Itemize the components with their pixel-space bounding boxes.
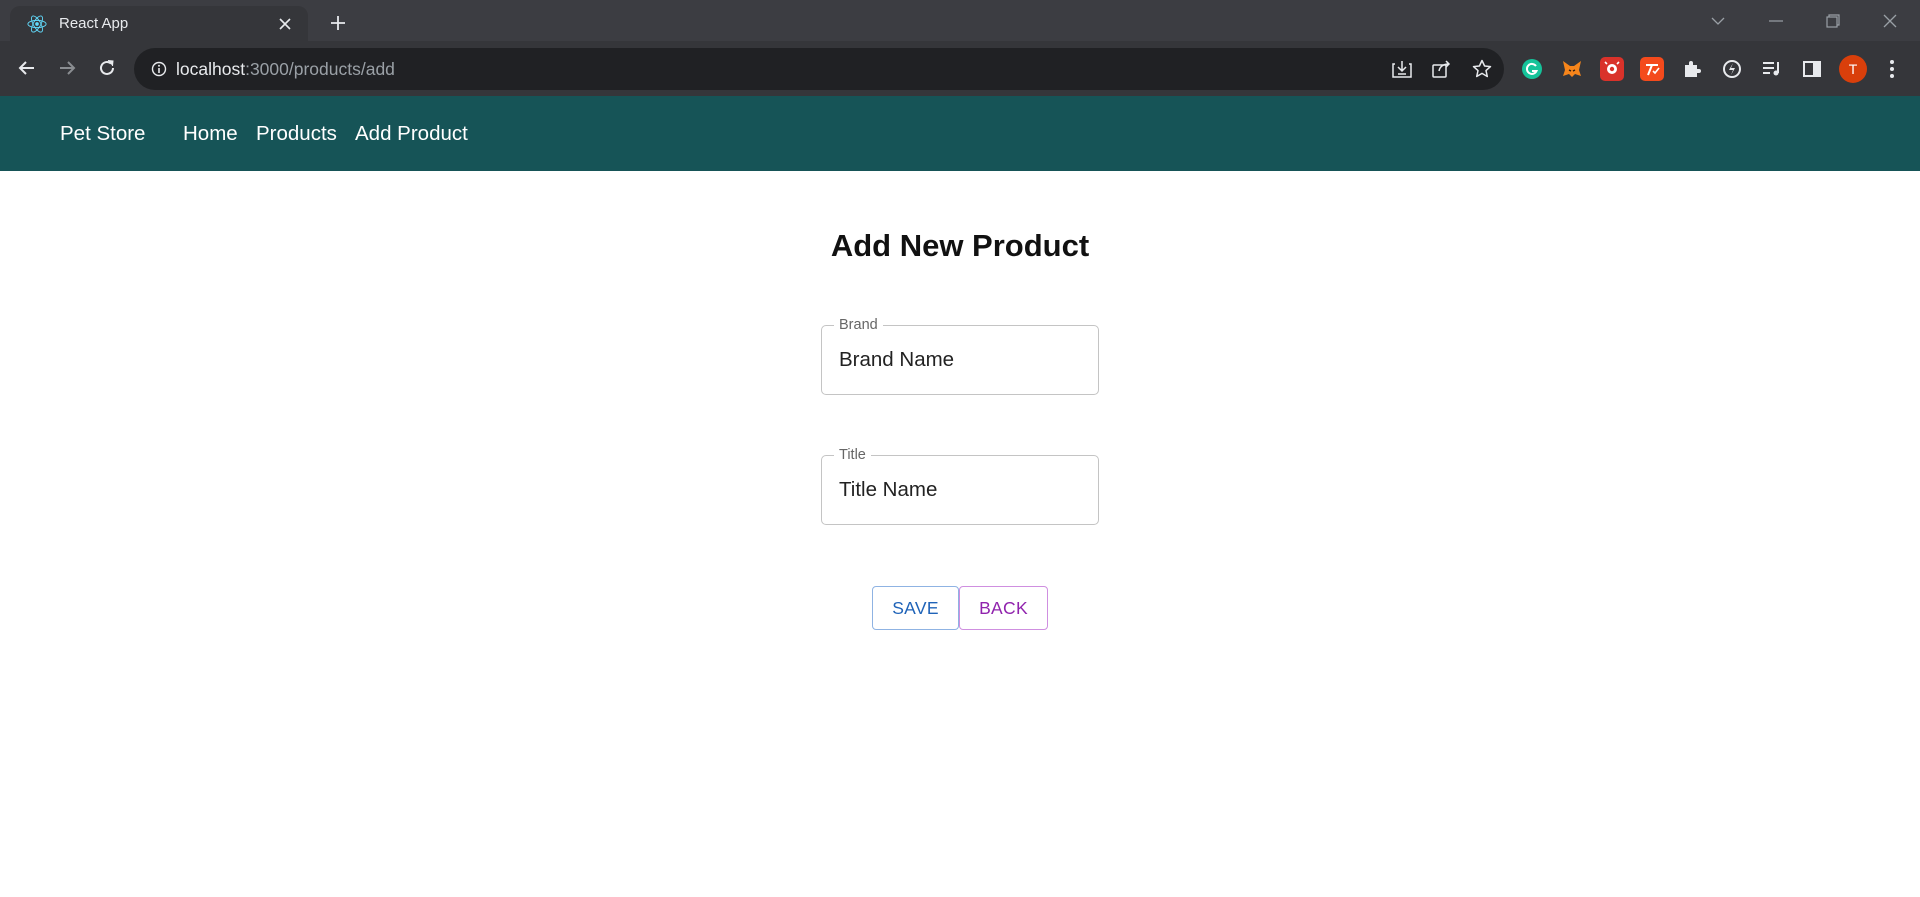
todoist-icon[interactable] [1640, 57, 1664, 81]
tab-search-icon[interactable] [1690, 0, 1746, 41]
new-tab-icon[interactable] [324, 9, 352, 37]
ext-icon[interactable] [1720, 57, 1744, 81]
title-input[interactable] [822, 456, 1098, 524]
side-panel-icon[interactable] [1800, 57, 1824, 81]
share-icon[interactable] [1430, 58, 1454, 80]
puzzle-icon[interactable] [1680, 57, 1704, 81]
rocket-icon[interactable] [1600, 57, 1624, 81]
avatar[interactable]: T [1839, 55, 1867, 83]
title-field[interactable]: Title [821, 447, 1099, 525]
nav-products[interactable]: Products [256, 96, 337, 171]
nav-add-product[interactable]: Add Product [355, 96, 468, 171]
site-info-icon[interactable] [148, 58, 170, 80]
bookmark-star-icon[interactable] [1470, 58, 1494, 80]
address-bar[interactable]: localhost:3000/products/add [134, 48, 1504, 90]
url-host: localhost [176, 58, 246, 79]
browser-titlebar: React App [0, 0, 1920, 41]
kebab-menu-icon[interactable] [1880, 57, 1904, 81]
url-path: :3000/products/add [245, 58, 395, 79]
page-title: Add New Product [830, 228, 1090, 263]
restore-icon[interactable] [1805, 0, 1861, 41]
brand-link[interactable]: Pet Store [60, 96, 145, 171]
save-button[interactable]: SAVE [872, 586, 959, 630]
tab-title: React App [59, 15, 129, 32]
metamask-icon[interactable] [1560, 57, 1584, 81]
browser-toolbar: localhost:3000/products/add T [0, 41, 1920, 96]
media-icon[interactable] [1760, 57, 1784, 81]
react-icon [26, 13, 48, 35]
browser-tab[interactable]: React App [10, 6, 308, 41]
back-button[interactable]: BACK [959, 586, 1048, 630]
nav-home[interactable]: Home [183, 96, 238, 171]
close-tab-icon[interactable] [274, 13, 296, 35]
brand-field[interactable]: Brand [821, 317, 1099, 395]
grammarly-icon[interactable] [1520, 57, 1544, 81]
reload-icon[interactable] [90, 51, 124, 85]
forward-arrow-icon[interactable] [50, 51, 84, 85]
brand-input[interactable] [822, 326, 1098, 394]
app-navbar: Pet Store Home Products Add Product [0, 96, 1920, 171]
install-app-icon[interactable] [1390, 58, 1414, 80]
minimize-icon[interactable] [1748, 0, 1804, 41]
back-arrow-icon[interactable] [10, 51, 44, 85]
close-window-icon[interactable] [1862, 0, 1918, 41]
